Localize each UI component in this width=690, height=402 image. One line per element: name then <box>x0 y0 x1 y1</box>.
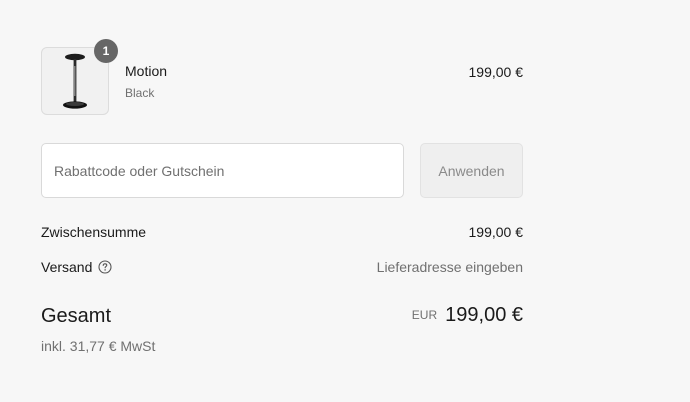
total-label: Gesamt <box>41 305 112 327</box>
shipping-label-group: Versand <box>41 259 112 275</box>
subtotal-row: Zwischensumme 199,00 € <box>41 224 523 244</box>
discount-code-input[interactable] <box>41 143 404 198</box>
product-variant: Black <box>125 86 155 100</box>
total-currency: EUR <box>411 308 438 322</box>
help-icon[interactable] <box>98 260 112 274</box>
shipping-value: Lieferadresse eingeben <box>376 259 523 275</box>
total-amount: 199,00 € <box>445 304 523 326</box>
order-line-item: 1 Motion Black 199,00 € <box>41 39 524 117</box>
tax-note: inkl. 31,77 € MwSt <box>41 338 156 354</box>
product-price: 199,00 € <box>468 64 524 80</box>
product-name: Motion <box>125 63 168 79</box>
subtotal-value: 199,00 € <box>468 224 524 240</box>
quantity-badge: 1 <box>94 39 118 63</box>
total-amount-group: EUR 199,00 € <box>412 304 523 327</box>
shipping-label: Versand <box>41 259 93 275</box>
subtotal-label: Zwischensumme <box>41 224 147 240</box>
shipping-row: Versand Lieferadresse eingeben <box>41 259 523 279</box>
apply-discount-button[interactable]: Anwenden <box>420 143 523 198</box>
